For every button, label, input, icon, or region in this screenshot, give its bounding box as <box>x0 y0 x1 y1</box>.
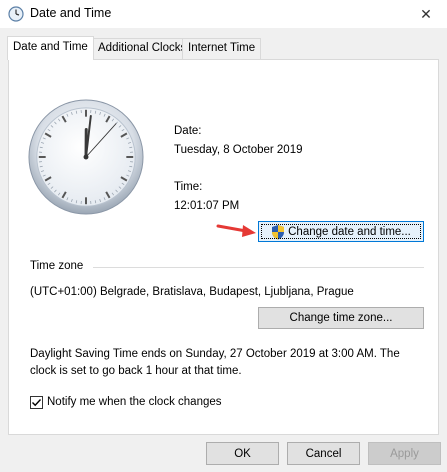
time-value: 12:01:07 PM <box>174 200 240 212</box>
close-icon: ✕ <box>420 5 432 22</box>
timezone-value: (UTC+01:00) Belgrade, Bratislava, Budape… <box>30 286 354 298</box>
date-label: Date: <box>174 125 202 137</box>
uac-shield-icon <box>272 224 285 239</box>
clock-app-icon <box>8 6 24 22</box>
cancel-button[interactable]: Cancel <box>287 442 360 465</box>
dialog-body: Date and Time Additional Clocks Internet… <box>0 28 447 472</box>
window-title: Date and Time <box>30 6 112 20</box>
title-bar: Date and Time ✕ <box>0 0 447 28</box>
timezone-group-label: Time zone <box>30 260 84 272</box>
tab-additional-clocks[interactable]: Additional Clocks <box>92 38 193 59</box>
change-date-time-button[interactable]: Change date and time... <box>258 221 424 242</box>
close-button[interactable]: ✕ <box>405 0 447 28</box>
clock-center <box>83 154 89 160</box>
timezone-separator <box>93 267 424 268</box>
dst-info-line1: Daylight Saving Time ends on Sunday, 27 … <box>30 348 400 360</box>
dst-info-line2: clock is set to go back 1 hour at that t… <box>30 365 242 377</box>
apply-button[interactable]: Apply <box>368 442 441 465</box>
analog-clock <box>28 99 144 215</box>
date-value: Tuesday, 8 October 2019 <box>174 144 303 156</box>
notify-checkbox[interactable] <box>30 396 43 409</box>
ok-button[interactable]: OK <box>206 442 279 465</box>
notify-label[interactable]: Notify me when the clock changes <box>47 396 222 408</box>
tab-date-and-time[interactable]: Date and Time <box>7 36 94 60</box>
red-arrow-annotation <box>216 224 256 237</box>
tab-panel: Date: Tuesday, 8 October 2019 Time: 12:0… <box>8 59 439 435</box>
time-label: Time: <box>174 181 203 193</box>
checkmark-icon <box>32 399 42 407</box>
tab-internet-time[interactable]: Internet Time <box>182 38 262 59</box>
change-date-time-label: Change date and time... <box>288 225 411 238</box>
change-time-zone-button[interactable]: Change time zone... <box>258 307 424 329</box>
